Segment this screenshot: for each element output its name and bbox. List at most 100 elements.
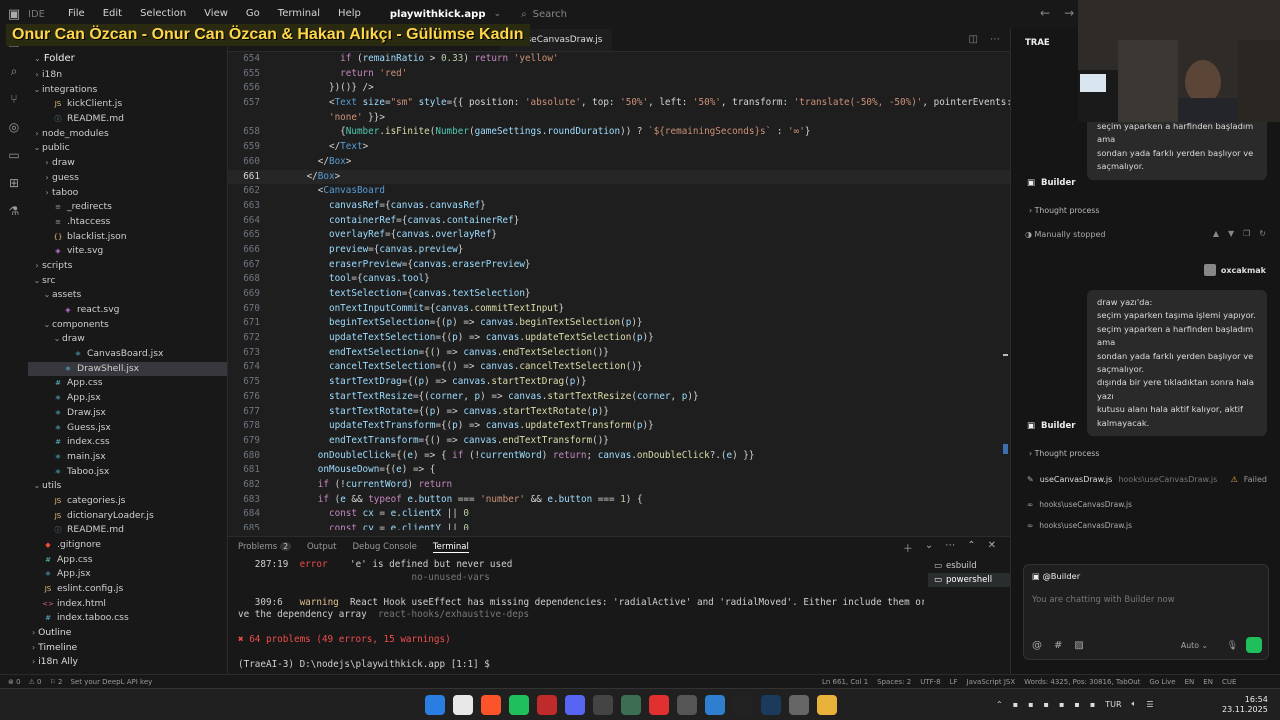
test-icon[interactable]: ⚗: [3, 202, 25, 220]
tree-folder[interactable]: › node_modules: [28, 127, 227, 142]
folder-root[interactable]: ⌄ Folder: [28, 50, 227, 68]
app-icon[interactable]: [621, 695, 641, 715]
clock[interactable]: 16:54 23.11.2025: [1222, 695, 1268, 715]
status-item[interactable]: CUE: [1222, 678, 1236, 686]
tray-app-icon[interactable]: ▪: [1074, 700, 1079, 709]
status-item[interactable]: UTF-8: [920, 678, 940, 686]
status-item[interactable]: ⊗ 0: [8, 678, 21, 686]
tree-file[interactable]: # index.taboo.css: [28, 611, 227, 626]
tree-file[interactable]: ≡ .htaccess: [28, 215, 227, 230]
hook-reference[interactable]: ∞ hooks\useCanvasDraw.js: [1027, 521, 1132, 530]
chat-input-box[interactable]: ▣ @Builder You are chatting with Builder…: [1023, 564, 1269, 660]
hash-icon[interactable]: #: [1054, 640, 1062, 651]
tree-file[interactable]: ⚛ Guess.jsx: [28, 421, 227, 436]
terminal-instance[interactable]: ▭ powershell: [928, 573, 1010, 587]
file-explorer-icon[interactable]: [817, 695, 837, 715]
tree-folder[interactable]: ⌄ assets: [28, 288, 227, 303]
new-terminal-icon[interactable]: ＋: [903, 540, 913, 555]
split-editor-icon[interactable]: ◫: [969, 29, 978, 51]
tree-folder[interactable]: ⌄ draw: [28, 332, 227, 347]
search-icon[interactable]: ⌕: [3, 62, 25, 80]
tree-folder[interactable]: › i18n: [28, 68, 227, 83]
status-item[interactable]: ⚠ 0: [29, 678, 42, 686]
status-item[interactable]: Set your DeepL API key: [70, 678, 152, 686]
image-icon[interactable]: ▨: [1074, 640, 1083, 651]
tree-file[interactable]: ⚛ App.jsx: [28, 567, 227, 582]
tree-folder[interactable]: › draw: [28, 156, 227, 171]
tree-file[interactable]: ⚛ CanvasBoard.jsx: [28, 347, 227, 362]
code-line[interactable]: 676 startTextResize={(corner, p) => canv…: [228, 390, 1010, 405]
obs-icon[interactable]: [733, 695, 753, 715]
volume-icon[interactable]: 🔈︎: [1132, 699, 1137, 709]
retry-icon[interactable]: ↻: [1259, 229, 1266, 238]
code-line[interactable]: 661 </Box>: [228, 169, 1010, 185]
panel-tab-output[interactable]: Output: [307, 542, 337, 553]
back-arrow-icon[interactable]: ←: [1040, 6, 1050, 20]
copy-icon[interactable]: ❐: [1243, 229, 1250, 238]
thumbs-down-icon[interactable]: ▼: [1228, 229, 1234, 238]
code-line[interactable]: 664 containerRef={canvas.containerRef}: [228, 214, 1010, 229]
code-line[interactable]: 680 onDoubleClick={(e) => { if (!current…: [228, 449, 1010, 464]
forward-arrow-icon[interactable]: →: [1064, 6, 1074, 20]
code-line[interactable]: 662 <CanvasBoard: [228, 184, 1010, 199]
status-item[interactable]: Spaces: 2: [877, 678, 911, 686]
agent-tag[interactable]: ▣ @Builder: [1032, 571, 1080, 581]
status-item[interactable]: ⚐ 2: [50, 678, 63, 686]
code-line[interactable]: 672 updateTextSelection={(p) => canvas.u…: [228, 331, 1010, 346]
trae-icon[interactable]: [509, 695, 529, 715]
media-player-icon[interactable]: [649, 695, 669, 715]
tray-app-icon[interactable]: ▪: [1044, 700, 1049, 709]
code-line[interactable]: 665 overlayRef={canvas.overlayRef}: [228, 228, 1010, 243]
thought-process-toggle[interactable]: › Thought process: [1029, 206, 1099, 215]
file-change-card[interactable]: ✎ useCanvasDraw.js hooks\useCanvasDraw.j…: [1027, 469, 1267, 489]
terminal-app-icon[interactable]: [593, 695, 613, 715]
timeline-section[interactable]: › Timeline: [28, 641, 227, 656]
code-line[interactable]: 654 if (remainRatio > 0.33) return 'yell…: [228, 52, 1010, 67]
code-line[interactable]: 678 updateTextTransform={(p) => canvas.u…: [228, 419, 1010, 434]
code-line[interactable]: 663 canvasRef={canvas.canvasRef}: [228, 199, 1010, 214]
tree-file[interactable]: JS dictionaryLoader.js: [28, 509, 227, 524]
tree-folder[interactable]: ⌄ utils: [28, 479, 227, 494]
discord-icon[interactable]: [565, 695, 585, 715]
code-line[interactable]: 660 </Box>: [228, 155, 1010, 170]
code-line[interactable]: 668 tool={canvas.tool}: [228, 272, 1010, 287]
chat-input-placeholder[interactable]: You are chatting with Builder now: [1032, 595, 1175, 605]
status-item[interactable]: Ln 661, Col 1: [822, 678, 868, 686]
tree-file[interactable]: ◈ react.svg: [28, 303, 227, 318]
mention-icon[interactable]: @: [1032, 640, 1042, 651]
hook-reference[interactable]: ∞ hooks\useCanvasDraw.js: [1027, 500, 1132, 509]
search-box[interactable]: ⌕ Search: [521, 9, 567, 20]
steam-icon[interactable]: [761, 695, 781, 715]
debug-icon[interactable]: ◎: [3, 118, 25, 136]
tree-file[interactable]: ⚛ Draw.jsx: [28, 406, 227, 421]
tree-file[interactable]: ⓘ README.md: [28, 523, 227, 538]
brave-icon[interactable]: [481, 695, 501, 715]
code-line[interactable]: 670 onTextInputCommit={canvas.commitText…: [228, 302, 1010, 317]
chevron-down-icon[interactable]: ⌄: [494, 9, 502, 19]
tree-folder[interactable]: › taboo: [28, 186, 227, 201]
network-icon[interactable]: ☰: [1146, 700, 1153, 709]
code-line[interactable]: 685 const cy = e.clientY || 0: [228, 522, 1010, 530]
terminal-instance[interactable]: ▭ esbuild: [928, 559, 1010, 573]
source-control-icon[interactable]: ⑂: [3, 90, 25, 108]
tree-file[interactable]: {} blacklist.json: [28, 230, 227, 245]
tree-file[interactable]: <> index.html: [28, 597, 227, 612]
code-line[interactable]: 671 beginTextSelection={(p) => canvas.be…: [228, 316, 1010, 331]
chrome-icon[interactable]: [453, 695, 473, 715]
project-name[interactable]: playwithkick.app: [390, 9, 486, 20]
code-editor[interactable]: 654 if (remainRatio > 0.33) return 'yell…: [228, 52, 1010, 530]
app-icon[interactable]: [705, 695, 725, 715]
chevron-down-icon[interactable]: ⌄: [925, 540, 933, 555]
code-line[interactable]: 682 if (!currentWord) return: [228, 478, 1010, 493]
tree-folder[interactable]: ⌄ integrations: [28, 83, 227, 98]
tree-file[interactable]: JS categories.js: [28, 494, 227, 509]
tree-file[interactable]: ≡ _redirects: [28, 200, 227, 215]
code-line[interactable]: 'none' }}>: [228, 111, 1010, 126]
windows-start-icon[interactable]: [425, 695, 445, 715]
tree-file[interactable]: ⚛ main.jsx: [28, 450, 227, 465]
tray-app-icon[interactable]: ▪: [1013, 700, 1018, 709]
tree-folder[interactable]: › guess: [28, 171, 227, 186]
send-button[interactable]: [1246, 637, 1262, 653]
tree-file[interactable]: # index.css: [28, 435, 227, 450]
status-item[interactable]: LF: [950, 678, 958, 686]
